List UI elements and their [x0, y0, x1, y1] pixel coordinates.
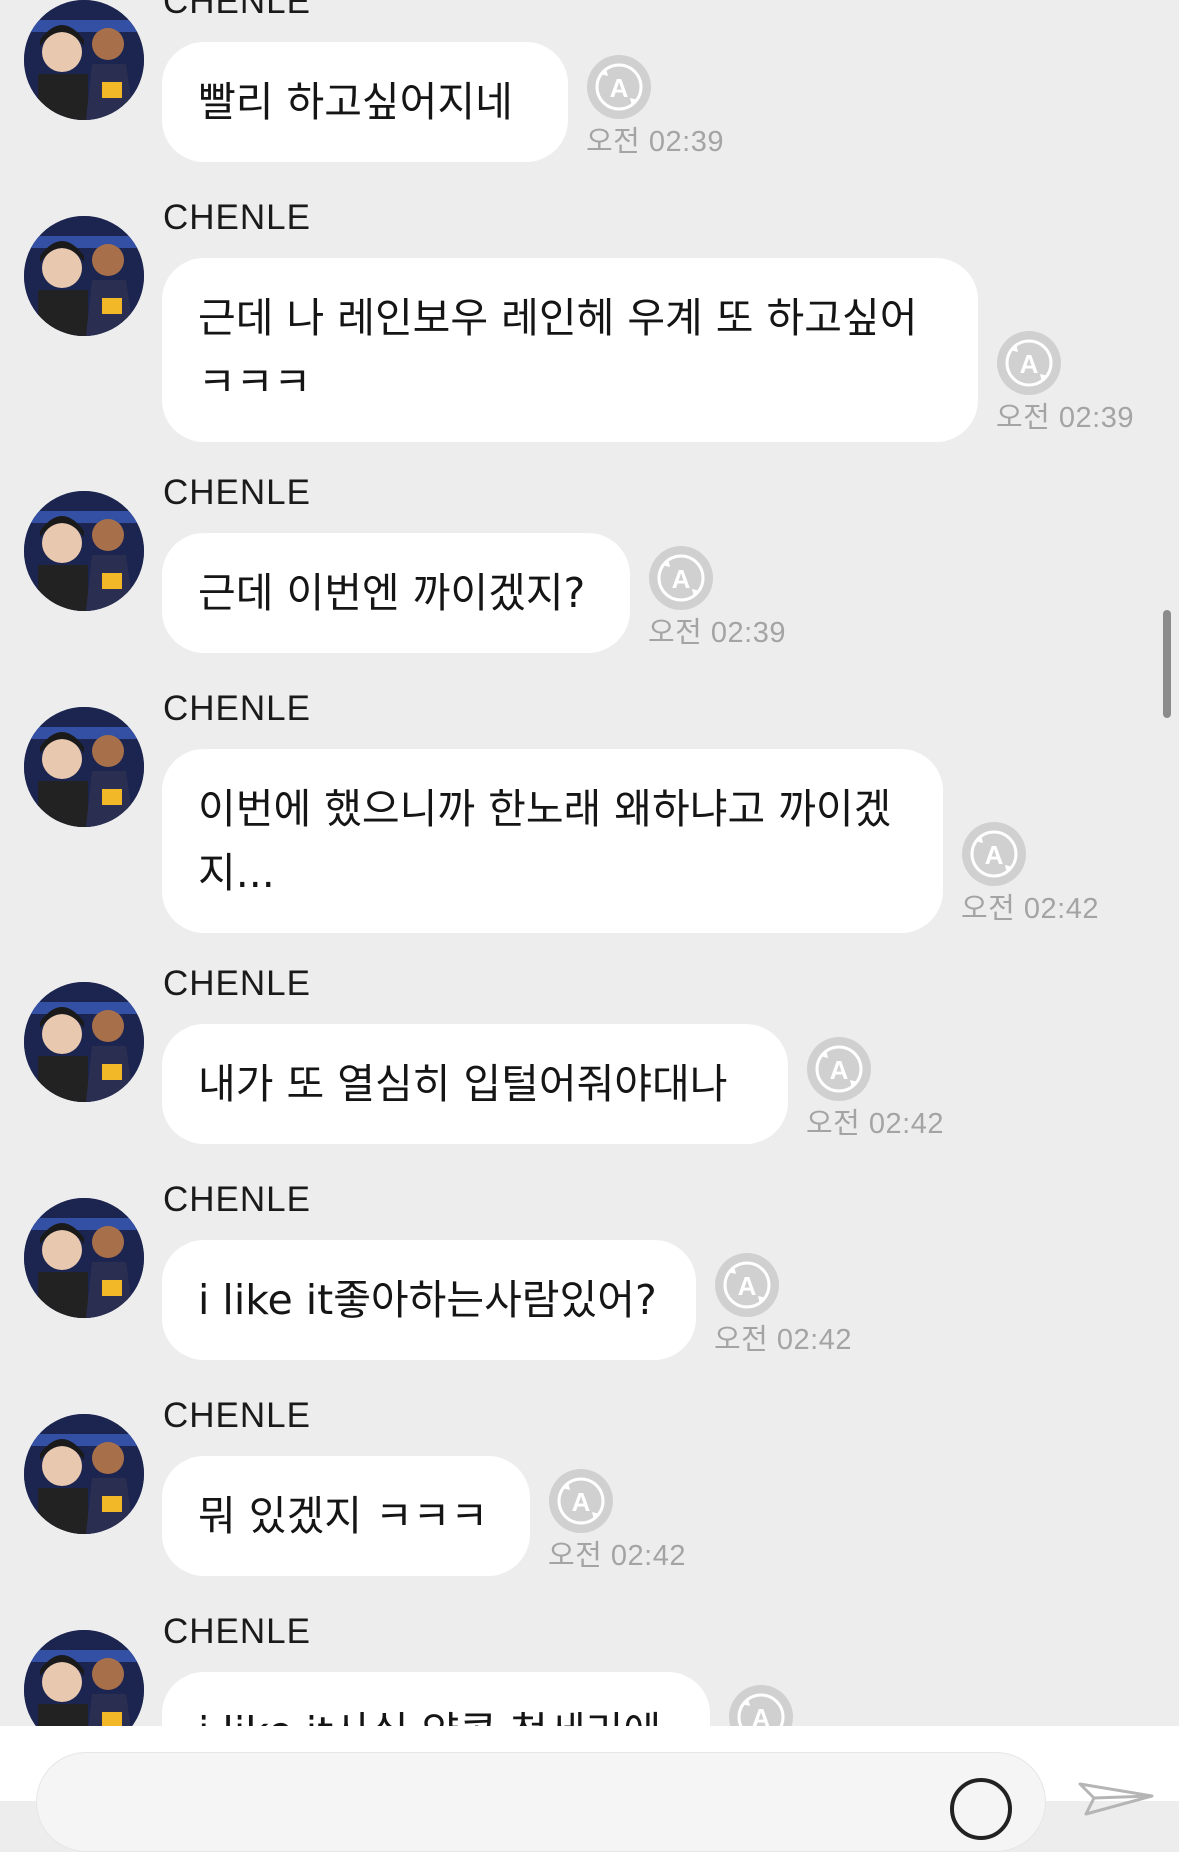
message-text: ㅋㅋㅋ — [198, 358, 312, 406]
svg-text:A: A — [610, 73, 629, 103]
message-text: 빨리 하고싶어지네 — [198, 78, 513, 126]
sender-avatar[interactable] — [24, 1630, 144, 1726]
message-bubble[interactable]: 빨리 하고싶어지네 — [162, 42, 568, 162]
svg-text:A: A — [672, 564, 691, 594]
auto-translate-icon[interactable]: A — [548, 1468, 614, 1534]
message-bubble[interactable]: 뭐 있겠지 ㅋㅋㅋ — [162, 1456, 530, 1576]
message-composer — [0, 1726, 1179, 1852]
sender-name: CHENLE — [163, 964, 311, 1003]
auto-translate-icon[interactable]: A — [728, 1684, 794, 1726]
svg-text:A: A — [752, 1703, 771, 1726]
sender-avatar[interactable] — [24, 491, 144, 611]
sender-name: CHENLE — [163, 1180, 311, 1219]
sender-name: CHENLE — [163, 473, 311, 512]
message-bubble[interactable]: 내가 또 열심히 입털어줘야대나 — [162, 1024, 788, 1144]
svg-text:A: A — [830, 1055, 849, 1085]
message-bubble[interactable]: 근데 나 레인보우 레인헤 우계 또 하고싶어 ㅋㅋㅋ — [162, 258, 978, 442]
auto-translate-icon[interactable]: A — [961, 821, 1027, 887]
message-time: 오전 02:42 — [806, 1108, 944, 1140]
svg-text:A: A — [1020, 349, 1039, 379]
message-input[interactable] — [36, 1752, 1046, 1852]
scrollbar-thumb[interactable] — [1163, 610, 1171, 718]
emoji-icon[interactable] — [950, 1778, 1012, 1840]
sender-avatar[interactable] — [24, 1414, 144, 1534]
auto-translate-icon[interactable]: A — [648, 545, 714, 611]
sender-name: CHENLE — [163, 1396, 311, 1435]
message-bubble[interactable]: i like it좋아하는사람있어? — [162, 1240, 696, 1360]
message-text: i like it사실 약콩 청세리에 — [198, 1708, 661, 1726]
svg-text:A: A — [985, 840, 1004, 870]
auto-translate-icon[interactable]: A — [714, 1252, 780, 1318]
sender-avatar[interactable] — [24, 707, 144, 827]
message-time: 오전 02:42 — [714, 1324, 852, 1356]
sender-avatar[interactable] — [24, 216, 144, 336]
sender-name: CHENLE — [163, 0, 311, 21]
svg-text:A: A — [572, 1487, 591, 1517]
message-time: 오전 02:42 — [548, 1540, 686, 1572]
sender-avatar[interactable] — [24, 0, 144, 120]
message-text: 근데 나 레인보우 레인헤 우계 또 하고싶어 — [198, 294, 918, 342]
message-text: 이번에 했으니까 한노래 왜하냐고 까이겠 — [198, 785, 892, 833]
send-icon[interactable] — [1076, 1778, 1156, 1818]
sender-avatar[interactable] — [24, 982, 144, 1102]
chat-message-list[interactable]: CHENLE 빨리 하고싶어지네 A 오전 02:39 CHENLE 근데 나 … — [0, 0, 1179, 1726]
message-time: 오전 02:39 — [996, 402, 1134, 434]
auto-translate-icon[interactable]: A — [586, 54, 652, 120]
message-text: i like it좋아하는사람있어? — [198, 1276, 657, 1324]
message-bubble[interactable]: i like it사실 약콩 청세리에 — [162, 1672, 710, 1726]
sender-name: CHENLE — [163, 1612, 311, 1651]
message-time: 오전 02:39 — [648, 617, 786, 649]
message-bubble[interactable]: 근데 이번엔 까이겠지? — [162, 533, 630, 653]
message-text: 뭐 있겠지 ㅋㅋㅋ — [198, 1492, 489, 1540]
message-text: 지... — [198, 849, 275, 897]
message-bubble[interactable]: 이번에 했으니까 한노래 왜하냐고 까이겠 지... — [162, 749, 943, 933]
sender-name: CHENLE — [163, 198, 311, 237]
sender-name: CHENLE — [163, 689, 311, 728]
sender-avatar[interactable] — [24, 1198, 144, 1318]
message-text: 근데 이번엔 까이겠지? — [198, 569, 586, 617]
auto-translate-icon[interactable]: A — [806, 1036, 872, 1102]
auto-translate-icon[interactable]: A — [996, 330, 1062, 396]
svg-text:A: A — [738, 1271, 757, 1301]
message-time: 오전 02:39 — [586, 126, 724, 158]
message-text: 내가 또 열심히 입털어줘야대나 — [198, 1060, 728, 1108]
message-time: 오전 02:42 — [961, 893, 1099, 925]
